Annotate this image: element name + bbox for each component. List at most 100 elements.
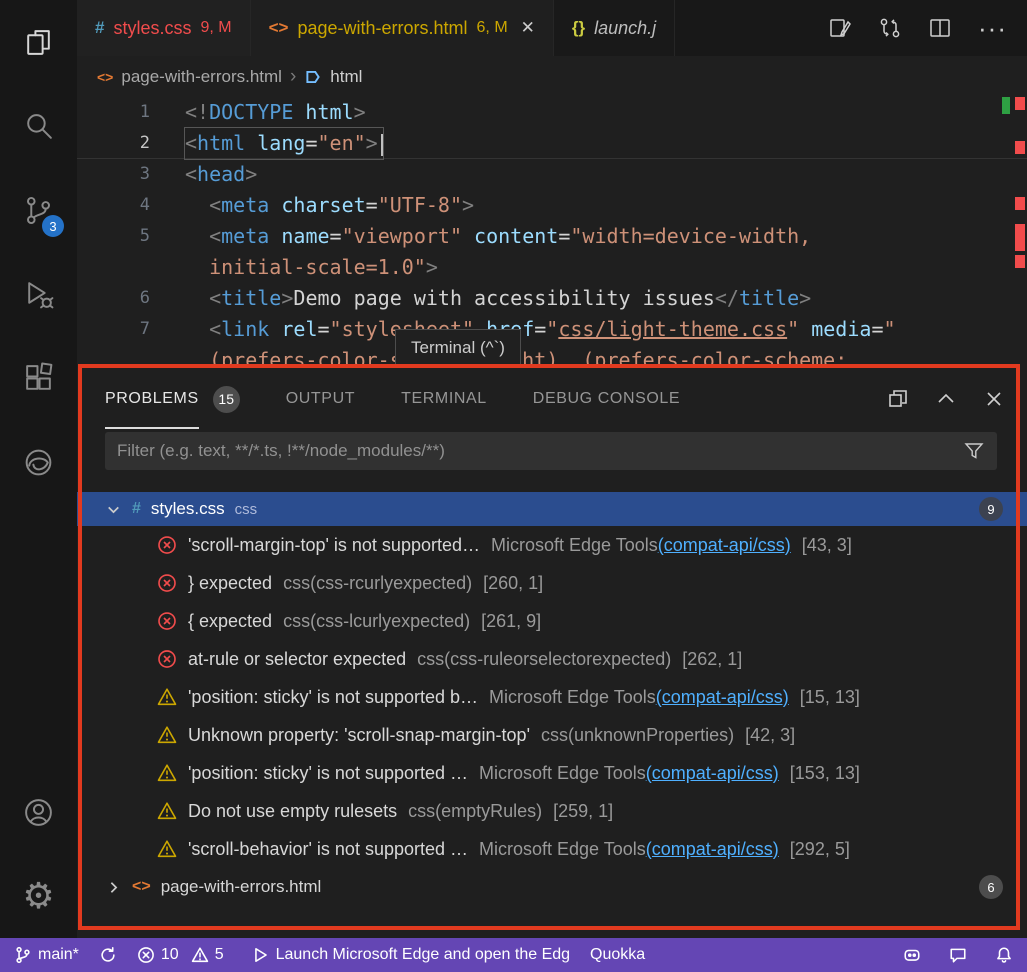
- problem-position: [15, 13]: [800, 687, 860, 708]
- code-line[interactable]: 2<html lang="en">: [77, 128, 1027, 159]
- problems-group-styles-css[interactable]: # styles.css css 9: [77, 492, 1027, 526]
- code-line[interactable]: 7 <link rel="stylesheet" href="css/light…: [77, 314, 1027, 345]
- warning-icon: [157, 839, 177, 859]
- problem-row[interactable]: at-rule or selector expectedcss(css-rule…: [77, 640, 1027, 678]
- breadcrumb-symbol[interactable]: html: [330, 67, 362, 87]
- tab-page-with-errors[interactable]: <> page-with-errors.html 6, M ✕: [251, 0, 554, 56]
- git-branch-item[interactable]: main*: [14, 946, 79, 964]
- feedback-icon[interactable]: [949, 946, 967, 964]
- tooltip-text: Terminal (^`): [411, 338, 505, 358]
- tab-label: page-with-errors.html: [297, 18, 467, 39]
- html-file-icon: <>: [269, 18, 289, 38]
- code-text: <meta charset="UTF-8">: [185, 190, 474, 221]
- line-number: 3: [77, 159, 150, 190]
- tab-output[interactable]: OUTPUT: [286, 366, 355, 432]
- code-token: =: [366, 193, 378, 217]
- breadcrumb-file[interactable]: page-with-errors.html: [121, 67, 282, 87]
- close-panel-icon[interactable]: [983, 388, 1005, 410]
- group-count-badge: 6: [979, 875, 1003, 899]
- code-line[interactable]: (prefers-color-scheme: light), (prefers-…: [77, 345, 1027, 366]
- line-number: [77, 252, 150, 283]
- problem-row[interactable]: Do not use empty rulesetscss(emptyRules)…: [77, 792, 1027, 830]
- problem-row[interactable]: } expectedcss(css-rcurlyexpected)[260, 1…: [77, 564, 1027, 602]
- branch-name: main*: [38, 946, 79, 964]
- notifications-bell-icon[interactable]: [995, 946, 1013, 964]
- error-icon: [157, 535, 177, 555]
- problem-code-link[interactable]: (compat-api/css): [656, 687, 789, 708]
- problem-code-link[interactable]: (compat-api/css): [646, 763, 779, 784]
- code-token: [799, 317, 811, 341]
- code-token: <: [209, 193, 221, 217]
- problem-message: } expected: [188, 573, 272, 594]
- filter-icon[interactable]: [963, 440, 985, 462]
- code-token: [269, 193, 281, 217]
- problems-tree: # styles.css css 9 'scroll-margin-top' i…: [77, 492, 1027, 906]
- code-token: media: [811, 317, 871, 341]
- split-editor-icon[interactable]: [928, 16, 952, 40]
- problem-source: Microsoft Edge Tools: [479, 763, 646, 784]
- problem-row[interactable]: Unknown property: 'scroll-snap-margin-to…: [77, 716, 1027, 754]
- panel-actions: [887, 366, 1005, 432]
- problems-group-page-with-errors[interactable]: <> page-with-errors.html 6: [77, 868, 1027, 906]
- copilot-icon[interactable]: [903, 946, 921, 964]
- run-debug-icon[interactable]: [0, 252, 77, 336]
- code-token: [269, 317, 281, 341]
- problems-summary[interactable]: 10 5: [137, 946, 224, 964]
- problem-row[interactable]: { expectedcss(css-lcurlyexpected)[261, 9…: [77, 602, 1027, 640]
- code-line[interactable]: initial-scale=1.0">: [77, 252, 1027, 283]
- code-token: =: [317, 317, 329, 341]
- code-token: [185, 224, 209, 248]
- explorer-icon[interactable]: [0, 0, 77, 84]
- problem-code-link[interactable]: (compat-api/css): [646, 839, 779, 860]
- code-token: meta: [221, 224, 269, 248]
- code-line[interactable]: 5 <meta name="viewport" content="width=d…: [77, 221, 1027, 252]
- tab-terminal[interactable]: TERMINAL: [401, 366, 487, 432]
- tab-debug-console[interactable]: DEBUG CONSOLE: [533, 366, 680, 432]
- settings-gear-icon[interactable]: ⚙: [0, 854, 77, 938]
- problem-code-link[interactable]: (compat-api/css): [658, 535, 791, 556]
- chevron-down-icon: [105, 501, 122, 518]
- edge-devtools-icon[interactable]: [0, 420, 77, 504]
- problems-filter-input[interactable]: Filter (e.g. text, **/*.ts, !**/node_mod…: [105, 432, 997, 470]
- code-token: [185, 348, 209, 366]
- launch-edge-item[interactable]: Launch Microsoft Edge and open the Edg: [252, 946, 570, 964]
- source-control-icon[interactable]: 3: [0, 168, 77, 252]
- panel-header: PROBLEMS 15 OUTPUT TERMINAL DEBUG CONSOL…: [77, 366, 1027, 432]
- code-token: =: [534, 317, 546, 341]
- problem-message: 'position: sticky' is not supported …: [188, 763, 468, 784]
- problem-row[interactable]: 'scroll-margin-top' is not supported…Mic…: [77, 526, 1027, 564]
- code-line[interactable]: 1<!DOCTYPE html>: [77, 97, 1027, 128]
- code-token: initial-scale=1.0": [209, 255, 426, 279]
- code-line[interactable]: 6 <title>Demo page with accessibility is…: [77, 283, 1027, 314]
- git-compare-icon[interactable]: [878, 16, 902, 40]
- code-token: link: [221, 317, 269, 341]
- code-token: charset: [281, 193, 365, 217]
- sync-item[interactable]: [99, 946, 117, 964]
- open-changes-icon[interactable]: [828, 16, 852, 40]
- code-line[interactable]: 3<head>: [77, 159, 1027, 190]
- restore-panel-icon[interactable]: [887, 388, 909, 410]
- search-icon[interactable]: [0, 84, 77, 168]
- quokka-item[interactable]: Quokka: [590, 946, 645, 964]
- code-text: <title>Demo page with accessibility issu…: [185, 283, 811, 314]
- problem-row[interactable]: 'position: sticky' is not supported … Mic…: [77, 754, 1027, 792]
- editor[interactable]: 1<!DOCTYPE html>2<html lang="en">3<head>…: [77, 97, 1027, 366]
- tab-problems[interactable]: PROBLEMS 15: [105, 366, 240, 432]
- chevron-right-icon: ›: [290, 66, 296, 88]
- warning-icon: [191, 946, 209, 964]
- problem-row[interactable]: 'position: sticky' is not supported b…Mi…: [77, 678, 1027, 716]
- error-mark: [1015, 255, 1025, 268]
- close-tab-icon[interactable]: ✕: [521, 18, 535, 38]
- extensions-icon[interactable]: [0, 336, 77, 420]
- tab-launch-json[interactable]: {} launch.j: [554, 0, 675, 56]
- problem-row[interactable]: 'scroll-behavior' is not supported …Micr…: [77, 830, 1027, 868]
- code-token: DOCTYPE: [209, 100, 293, 124]
- quokka-label: Quokka: [590, 946, 645, 964]
- code-token: >: [354, 100, 366, 124]
- accounts-icon[interactable]: [0, 770, 77, 854]
- code-line[interactable]: 4 <meta charset="UTF-8">: [77, 190, 1027, 221]
- tab-styles-css[interactable]: # styles.css 9, M: [77, 0, 251, 56]
- code-token: [269, 224, 281, 248]
- activity-bar: 3 ⚙: [0, 0, 77, 938]
- maximize-panel-icon[interactable]: [935, 388, 957, 410]
